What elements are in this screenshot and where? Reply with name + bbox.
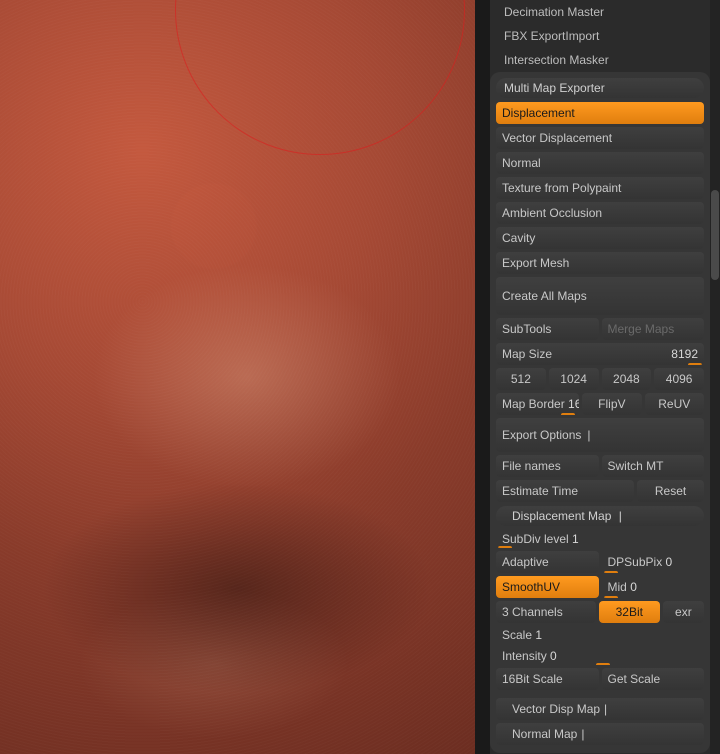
pipe-icon: | xyxy=(581,727,584,741)
subdiv-level-value: 1 xyxy=(572,532,579,546)
panel-scrollbar-track[interactable] xyxy=(710,0,720,754)
bit32-toggle[interactable]: 32Bit xyxy=(599,601,660,623)
dpsubpix-label: DPSubPix xyxy=(608,555,663,569)
export-options-button[interactable]: Export Options | xyxy=(496,418,704,452)
map-size-preset-2048[interactable]: 2048 xyxy=(602,368,652,390)
file-names-button[interactable]: File names xyxy=(496,455,599,477)
reset-button[interactable]: Reset xyxy=(637,480,704,502)
map-border-label: Map Border xyxy=(502,397,565,411)
pipe-icon: | xyxy=(604,702,607,716)
map-size-value: 8192 xyxy=(671,347,698,361)
intensity-label: Intensity xyxy=(502,649,547,663)
map-border-value: 16 xyxy=(568,397,579,411)
map-size-slider[interactable]: Map Size 8192 xyxy=(496,343,704,365)
reuv-toggle[interactable]: ReUV xyxy=(645,393,704,415)
intensity-slider[interactable]: Intensity 0 xyxy=(496,647,704,665)
brush-cursor xyxy=(175,0,465,155)
exr-toggle[interactable]: exr xyxy=(663,601,704,623)
subdiv-level-label: SubDiv level xyxy=(502,532,569,546)
dpsubpix-slider[interactable]: DPSubPix 0 xyxy=(602,551,705,573)
intensity-value: 0 xyxy=(550,649,557,663)
map-size-preset-4096[interactable]: 4096 xyxy=(654,368,704,390)
map-vector-displacement-toggle[interactable]: Vector Displacement xyxy=(496,127,704,149)
plugin-decimation-master[interactable]: Decimation Master xyxy=(504,0,710,24)
export-mesh-toggle[interactable]: Export Mesh xyxy=(496,252,704,274)
flipv-toggle[interactable]: FlipV xyxy=(582,393,641,415)
vector-disp-map-header[interactable]: Vector Disp Map | xyxy=(496,698,704,720)
plugin-intersection-masker[interactable]: Intersection Masker xyxy=(504,48,710,72)
mid-label: Mid xyxy=(608,580,627,594)
bit16-scale-button[interactable]: 16Bit Scale xyxy=(496,668,599,690)
map-displacement-toggle[interactable]: Displacement xyxy=(496,102,704,124)
export-options-label: Export Options xyxy=(502,428,581,442)
mid-value: 0 xyxy=(630,580,637,594)
subdiv-level-slider[interactable]: SubDiv level 1 xyxy=(496,530,704,548)
merge-maps-button[interactable]: Merge Maps xyxy=(602,318,705,340)
scale-value: 1 xyxy=(535,628,542,642)
estimate-time-button[interactable]: Estimate Time xyxy=(496,480,634,502)
map-texture-polypaint-toggle[interactable]: Texture from Polypaint xyxy=(496,177,704,199)
multi-map-exporter-panel: Multi Map Exporter Displacement Vector D… xyxy=(490,72,710,753)
map-size-preset-512[interactable]: 512 xyxy=(496,368,546,390)
dpsubpix-value: 0 xyxy=(666,555,673,569)
smoothuv-toggle[interactable]: SmoothUV xyxy=(496,576,599,598)
map-border-slider[interactable]: Map Border 16 xyxy=(496,393,579,415)
adaptive-toggle[interactable]: Adaptive xyxy=(496,551,599,573)
map-ambient-occlusion-toggle[interactable]: Ambient Occlusion xyxy=(496,202,704,224)
zplugin-panel: Decimation Master FBX ExportImport Inter… xyxy=(490,0,720,754)
get-scale-button[interactable]: Get Scale xyxy=(602,668,705,690)
map-size-preset-1024[interactable]: 1024 xyxy=(549,368,599,390)
pipe-icon: | xyxy=(619,509,622,523)
mid-slider[interactable]: Mid 0 xyxy=(602,576,705,598)
map-normal-toggle[interactable]: Normal xyxy=(496,152,704,174)
multi-map-exporter-header[interactable]: Multi Map Exporter xyxy=(496,78,704,98)
plugin-fbx-exportimport[interactable]: FBX ExportImport xyxy=(504,24,710,48)
switch-mt-button[interactable]: Switch MT xyxy=(602,455,705,477)
panel-scrollbar-thumb[interactable] xyxy=(711,190,719,280)
displacement-map-label: Displacement Map xyxy=(512,509,611,523)
create-all-maps-button[interactable]: Create All Maps xyxy=(496,277,704,315)
scale-slider[interactable]: Scale 1 xyxy=(496,626,704,644)
map-cavity-toggle[interactable]: Cavity xyxy=(496,227,704,249)
scale-label: Scale xyxy=(502,628,532,642)
vector-disp-map-label: Vector Disp Map xyxy=(512,702,600,716)
subtools-button[interactable]: SubTools xyxy=(496,318,599,340)
normal-map-header[interactable]: Normal Map | xyxy=(496,723,704,745)
sculpt-viewport[interactable] xyxy=(0,0,475,754)
displacement-map-header[interactable]: Displacement Map | xyxy=(496,506,704,526)
three-channels-toggle[interactable]: 3 Channels xyxy=(496,601,596,623)
normal-map-label: Normal Map xyxy=(512,727,577,741)
map-size-label: Map Size xyxy=(502,347,552,361)
